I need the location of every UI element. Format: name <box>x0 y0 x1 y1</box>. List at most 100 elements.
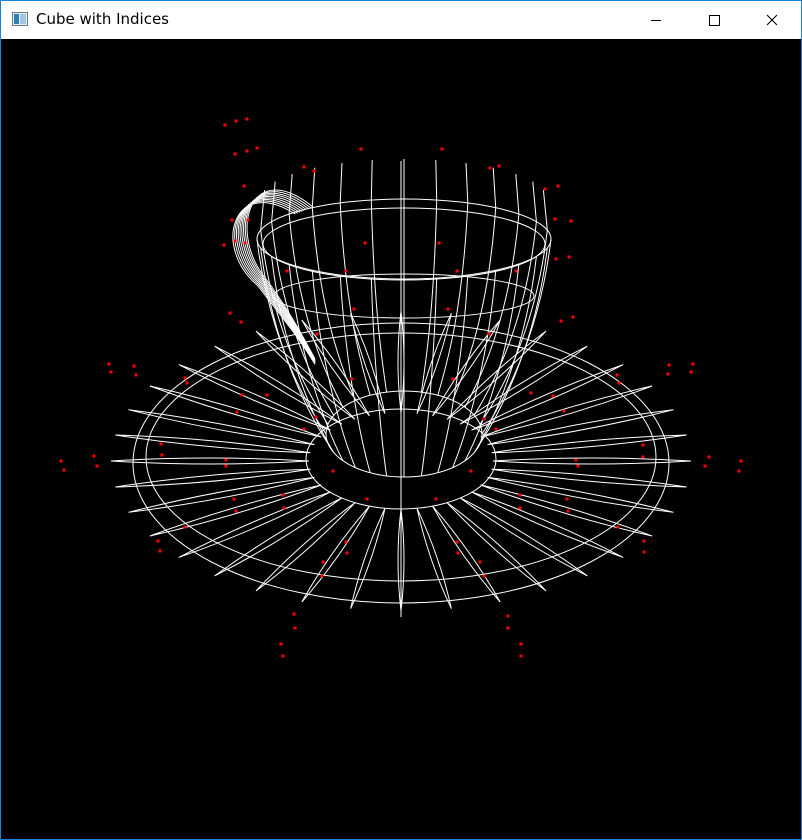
vertex-point <box>245 149 249 153</box>
vertex-point <box>302 165 306 169</box>
vertex-point <box>183 376 187 380</box>
saucer-petal-loop <box>128 476 315 513</box>
cup-top-stroke <box>492 167 497 208</box>
vertex-point <box>255 146 259 150</box>
vertex-point <box>689 370 693 374</box>
minimize-button[interactable] <box>627 1 685 38</box>
saucer-petal-loop <box>480 484 653 537</box>
saucer-petal-loop <box>350 313 386 414</box>
vertex-point <box>518 506 522 510</box>
vertex-point <box>576 464 580 468</box>
saucer-petal-loop <box>492 457 692 465</box>
teacup-wireframe-scene <box>59 117 743 658</box>
vertex-point <box>233 152 237 156</box>
cup-top-stroke <box>542 190 548 231</box>
vertex-point <box>320 574 324 578</box>
vertex-point <box>518 493 522 497</box>
render-viewport[interactable] <box>1 39 801 839</box>
maximize-button[interactable] <box>685 1 743 38</box>
vertex-point <box>707 455 711 459</box>
cup-top-stroke <box>435 159 438 201</box>
vertex-point <box>482 574 486 578</box>
vertex-point <box>234 509 238 513</box>
vertex-point <box>559 319 563 323</box>
vertex-point <box>703 464 707 468</box>
vertex-point <box>159 442 163 446</box>
vertex-point <box>321 560 325 564</box>
saucer-petal-loop <box>115 468 311 488</box>
vertex-point <box>350 377 354 381</box>
vertex-point <box>243 241 247 245</box>
app-icon <box>12 11 28 27</box>
vertex-point <box>344 540 348 544</box>
cup-meridian <box>311 207 356 401</box>
vertex-point <box>345 551 349 555</box>
vertex-point <box>553 217 557 221</box>
vertex-point <box>292 612 296 616</box>
vertex-point <box>109 370 113 374</box>
vertex-point <box>95 464 99 468</box>
close-button[interactable] <box>743 1 801 38</box>
vertex-point <box>224 464 228 468</box>
title-bar[interactable]: Cube with Indices <box>1 1 801 38</box>
vertex-point <box>451 377 455 381</box>
vertex-point <box>235 410 239 414</box>
saucer-petal-loop <box>128 409 315 446</box>
vertex-point <box>455 540 459 544</box>
vertex-point <box>641 455 645 459</box>
vertex-point <box>737 469 741 473</box>
vertex-point <box>556 184 560 188</box>
vertex-point <box>642 550 646 554</box>
vertex-point <box>739 459 743 463</box>
vertex-point <box>223 123 227 127</box>
vertex-point <box>234 119 238 123</box>
vertex-point <box>59 459 63 463</box>
vertex-point <box>506 626 510 630</box>
vertex-point <box>363 241 367 245</box>
vertex-point <box>359 147 363 151</box>
vertex-point <box>134 373 138 377</box>
vertex-point <box>519 642 523 646</box>
vertex-point <box>497 164 501 168</box>
vertex-point <box>667 363 671 367</box>
vertex-point <box>281 654 285 658</box>
vertex-point <box>666 372 670 376</box>
close-icon <box>766 14 778 26</box>
cup-meridian <box>420 199 438 393</box>
vertex-point <box>92 454 96 458</box>
vertex-point <box>437 241 441 245</box>
vertex-point <box>554 257 558 261</box>
vertex-point <box>565 497 569 501</box>
window-title: Cube with Indices <box>36 10 170 28</box>
vertex-point <box>478 560 482 564</box>
vertex-point <box>482 417 486 421</box>
vertex-point <box>569 219 573 223</box>
vertex-point <box>642 539 646 543</box>
vertex-point <box>233 239 237 243</box>
vertex-point <box>293 626 297 630</box>
vertex-point <box>691 362 695 366</box>
vertex-point <box>228 311 232 315</box>
vertex-point <box>265 393 269 397</box>
vertex-point <box>285 269 289 273</box>
vertex-point <box>302 427 306 431</box>
vertex-point <box>158 549 162 553</box>
vertex-point <box>315 332 319 336</box>
saucer-petal-loop <box>491 434 687 454</box>
vertex-point <box>282 506 286 510</box>
vertex-point <box>488 166 492 170</box>
vertex-point <box>312 169 316 173</box>
vertex-point <box>224 458 228 462</box>
vertex-point <box>616 525 620 529</box>
cup-top-stroke <box>515 174 520 215</box>
vertex-point <box>529 391 533 395</box>
vertex-point <box>446 307 450 311</box>
saucer-petal-loop <box>416 508 452 609</box>
saucer-petal-loop <box>110 457 310 465</box>
cup-top-stroke <box>311 167 316 208</box>
application-window: Cube with Indices <box>0 0 802 840</box>
vertex-point <box>232 497 236 501</box>
vertex-point <box>617 381 621 385</box>
vertex-point <box>183 525 187 529</box>
cup-meridian <box>464 263 520 462</box>
